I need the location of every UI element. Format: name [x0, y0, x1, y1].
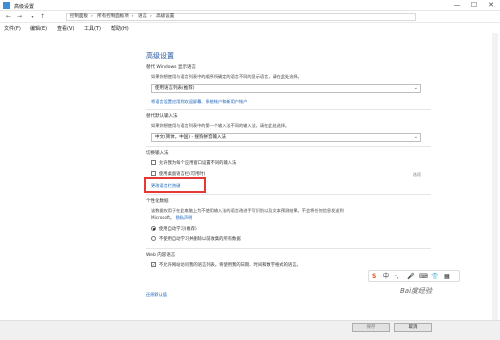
no-auto-learning-label: 不使用自动学习并删除以前收集的所有数据: [159, 237, 241, 242]
web-language-list-label: 不允许网站访问我的语言列表。将使用我的日期、时间和数字格式的语言。: [159, 263, 301, 268]
menu-edit[interactable]: 编辑(E): [30, 25, 47, 32]
footer-bar: 保存 取消: [0, 320, 500, 340]
input-mode-icon[interactable]: 中: [383, 272, 389, 281]
page-title: 高级设置: [146, 52, 174, 60]
forward-icon[interactable]: →: [15, 12, 24, 22]
menu-tools[interactable]: 工具(T): [84, 25, 101, 32]
divider: [146, 109, 431, 110]
ime-toolbar[interactable]: S 中 ·, 🎤 ⌨ 👕 ▦: [368, 270, 460, 282]
web-language-list-option[interactable]: ✓ 不允许网站访问我的语言列表。将使用我的日期、时间和数字格式的语言。: [151, 262, 301, 268]
scrollbar[interactable]: [492, 33, 498, 320]
no-auto-learning-radio[interactable]: [151, 236, 156, 241]
desktop-language-bar-checkbox[interactable]: [151, 171, 156, 176]
toolbox-icon[interactable]: ▦: [444, 272, 450, 281]
personalization-title: 个性化数据: [146, 199, 169, 204]
web-content-language-title: Web 内容语言: [146, 253, 176, 258]
apply-language-settings-link[interactable]: 将语言设置应用到欢迎屏幕、系统帐户和新用户帐户: [151, 99, 247, 105]
auto-learning-radio[interactable]: [151, 226, 156, 231]
auto-learning-option[interactable]: 使用自动学习(推荐): [151, 226, 197, 232]
title-bar: 高级设置 — ☐ ✕: [0, 0, 500, 11]
personalization-desc: 该数据仅用于在此电脑上为不使用输入法的语言改进手写识别以及文本预测结果。不会将任…: [151, 208, 344, 213]
default-input-title: 替代默认输入法: [146, 114, 178, 119]
divider: [146, 146, 431, 147]
microphone-icon[interactable]: 🎤: [407, 272, 414, 281]
keyboard-icon[interactable]: ⌨: [419, 272, 428, 281]
menu-file[interactable]: 文件(F): [4, 25, 21, 32]
sogou-logo-icon[interactable]: S: [372, 272, 376, 281]
control-panel-icon: [3, 2, 10, 9]
restore-defaults-link[interactable]: 还原默认值: [146, 292, 167, 298]
default-input-desc: 如果你想使用与语言列表中的第一个输入法不同的输入法，请在此处选择。: [151, 123, 290, 128]
personalization-desc-2: Microsoft。 隐私声明: [151, 215, 193, 220]
default-input-value: 中文(简体，中国) - 搜狗拼音输入法: [155, 135, 226, 140]
display-language-title: 替代 Windows 显示语言: [146, 65, 196, 70]
per-app-input-label: 允许我为每个应用窗口设置不同的输入法: [159, 161, 237, 166]
divider: [146, 194, 431, 195]
auto-learning-label: 使用自动学习(推荐): [159, 227, 197, 232]
maximize-button[interactable]: ☐: [466, 0, 482, 11]
up-icon[interactable]: ↑: [38, 12, 47, 22]
per-app-input-checkbox[interactable]: [151, 160, 156, 165]
breadcrumb-control-panel[interactable]: 控制面板: [70, 14, 88, 19]
baidu-jingyan-watermark: Bai度经验: [400, 287, 433, 295]
language-bar-options-link[interactable]: 选项: [413, 172, 421, 178]
menu-help[interactable]: 帮助(H): [111, 25, 129, 32]
recent-dropdown-icon[interactable]: ▾: [28, 12, 37, 22]
display-language-select[interactable]: 使用语言列表(推荐) ⌄: [151, 84, 421, 93]
divider: [146, 248, 431, 249]
skin-icon[interactable]: 👕: [431, 272, 438, 281]
chevron-down-icon: ⌄: [413, 134, 418, 140]
display-language-value: 使用语言列表(推荐): [155, 86, 195, 91]
menu-view[interactable]: 查看(V): [57, 25, 74, 32]
breadcrumb[interactable]: 控制面板 › 所有控制面板项 › 语言 › 高级设置: [66, 13, 416, 21]
cancel-button[interactable]: 取消: [394, 323, 432, 332]
display-language-desc: 如果你想使用与语言列表中的顺序所确定的语言不同的显示语言，请在此处选择。: [151, 74, 302, 79]
back-icon[interactable]: ←: [4, 12, 13, 22]
window-title: 高级设置: [14, 4, 35, 10]
breadcrumb-advanced[interactable]: 高级设置: [156, 14, 174, 19]
per-app-input-option[interactable]: 允许我为每个应用窗口设置不同的输入法: [151, 160, 236, 166]
breadcrumb-language[interactable]: 语言: [138, 14, 147, 19]
menu-bar: 文件(F) 编辑(E) 查看(V) 工具(T) 帮助(H): [0, 23, 500, 33]
highlight-box: [144, 177, 206, 193]
no-auto-learning-option[interactable]: 不使用自动学习并删除以前收集的所有数据: [151, 236, 241, 242]
save-button[interactable]: 保存: [352, 323, 390, 332]
minimize-button[interactable]: —: [449, 0, 465, 11]
privacy-statement-link[interactable]: 隐私声明: [176, 215, 193, 220]
close-button[interactable]: ✕: [483, 0, 499, 11]
switch-input-title: 切换输入法: [146, 151, 169, 156]
chevron-down-icon: ⌄: [413, 85, 418, 91]
default-input-select[interactable]: 中文(简体，中国) - 搜狗拼音输入法 ⌄: [151, 133, 421, 142]
breadcrumb-all-items[interactable]: 所有控制面板项: [97, 14, 129, 19]
web-language-list-checkbox[interactable]: ✓: [151, 262, 156, 267]
address-bar: ← → ▾ ↑ 控制面板 › 所有控制面板项 › 语言 › 高级设置: [0, 11, 500, 23]
punctuation-icon[interactable]: ·,: [395, 272, 399, 281]
